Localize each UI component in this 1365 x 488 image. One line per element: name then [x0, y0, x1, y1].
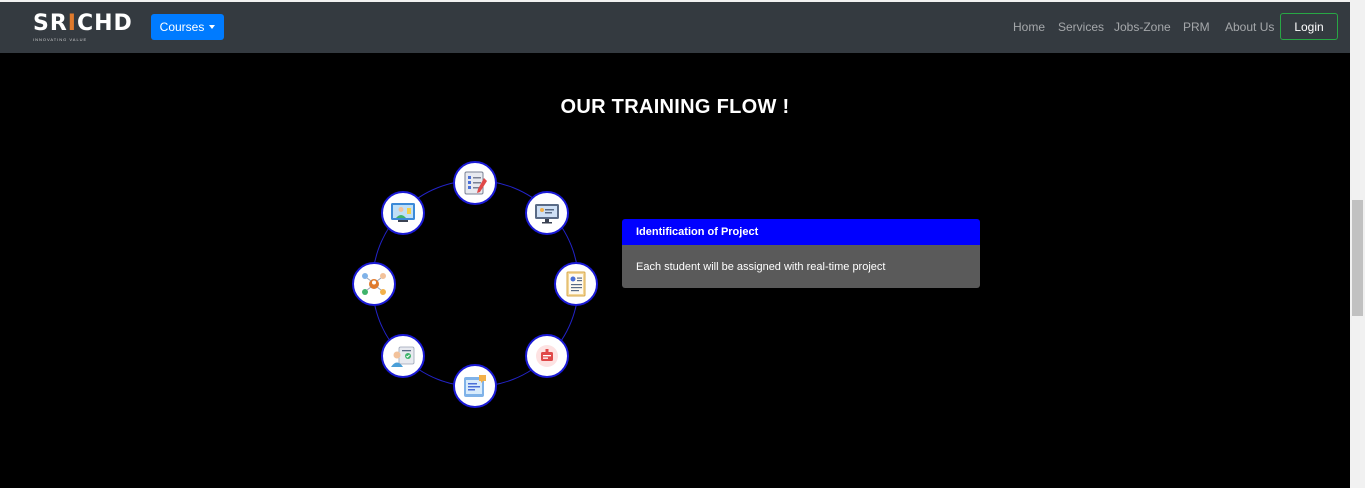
logo-wordmark: SRICHD	[33, 11, 133, 36]
online-class-icon	[391, 203, 415, 222]
nav-link-about-us[interactable]: About Us	[1225, 20, 1274, 34]
step-detail-description: Each student will be assigned with real-…	[622, 245, 980, 288]
srichid-logo[interactable]: SRICHD INNOVATING VALUE	[33, 11, 133, 46]
flow-step-checklist[interactable]	[453, 161, 497, 205]
page-scrollbar[interactable]	[1350, 2, 1365, 488]
courses-label: Courses	[159, 20, 205, 34]
checklist-icon	[464, 171, 487, 195]
flow-step-online-class[interactable]	[381, 191, 425, 235]
task-card-icon	[536, 345, 558, 367]
section-title: OUR TRAINING FLOW !	[560, 96, 790, 118]
step-detail-title: Identification of Project	[622, 219, 980, 245]
profile-check-icon	[391, 346, 415, 367]
caret-down-icon	[209, 25, 216, 29]
flow-step-profile[interactable]	[381, 334, 425, 378]
flow-step-mobile[interactable]	[453, 364, 497, 408]
scrollbar-thumb[interactable]	[1352, 200, 1363, 316]
login-button[interactable]: Login	[1280, 13, 1338, 40]
monitor-presentation-icon	[535, 204, 559, 224]
courses-dropdown-button[interactable]: Courses	[151, 14, 224, 40]
logo-tagline: INNOVATING VALUE	[33, 37, 88, 42]
nav-link-services[interactable]: Services	[1058, 20, 1104, 34]
flow-step-presentation[interactable]	[525, 191, 569, 235]
mobile-chat-icon	[464, 375, 486, 397]
nav-link-home[interactable]: Home	[1013, 20, 1045, 34]
step-detail-card: Identification of Project Each student w…	[622, 219, 980, 288]
nav-link-jobs-zone[interactable]: Jobs-Zone	[1114, 20, 1171, 34]
flow-step-team[interactable]	[352, 262, 396, 306]
main-navbar: SRICHD INNOVATING VALUE Courses Home Ser…	[0, 2, 1350, 53]
flow-step-resume[interactable]	[554, 262, 598, 306]
team-network-icon	[362, 273, 386, 295]
resume-document-icon	[566, 271, 586, 297]
flow-step-task[interactable]	[525, 334, 569, 378]
nav-link-prm[interactable]: PRM	[1183, 20, 1210, 34]
